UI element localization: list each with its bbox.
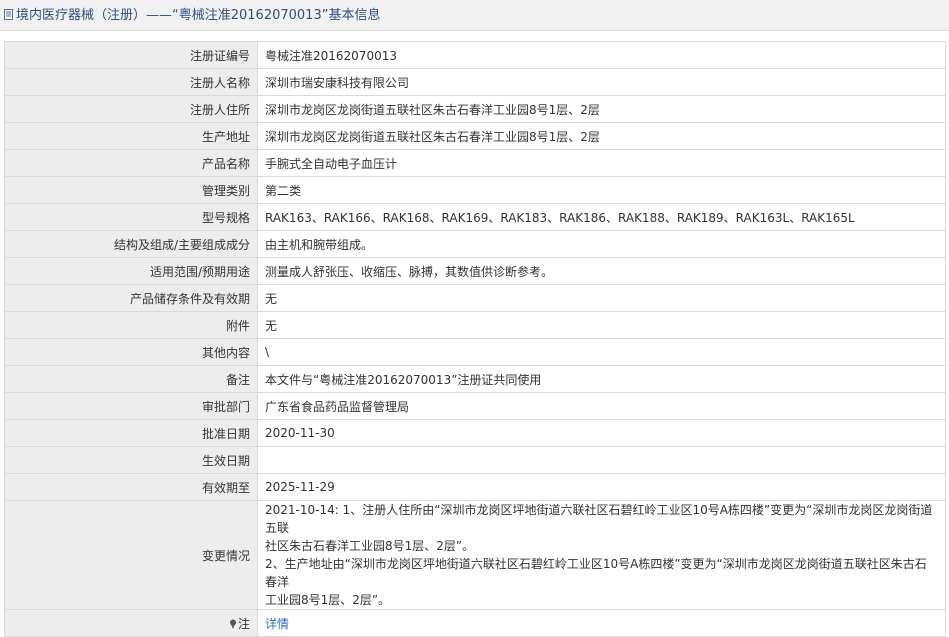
table-row: 产品储存条件及有效期无 <box>4 284 946 312</box>
changes-value: 2021-10-14: 1、注册人住所由“深圳市龙岗区坪地街道六联社区石碧红岭工… <box>257 500 946 610</box>
row-value: 深圳市瑞安康科技有限公司 <box>257 68 946 96</box>
table-row-note: 注 详情 <box>4 609 946 637</box>
row-label: 产品储存条件及有效期 <box>4 284 258 312</box>
table-row: 结构及组成/主要组成成分 由主机和腕带组成。 <box>4 230 946 258</box>
note-label: 注 <box>237 616 250 631</box>
row-value: 2025-11-29 <box>257 473 946 501</box>
table-row-changes: 变更情况 2021-10-14: 1、注册人住所由“深圳市龙岗区坪地街道六联社区石… <box>4 500 946 610</box>
row-value: 手腕式全自动电子血压计 <box>257 149 946 177</box>
row-value: 广东省食品药品监督管理局 <box>257 392 946 420</box>
row-label: 产品名称 <box>4 149 258 177</box>
table-row: 注册证编号 粤械注准20162070013 <box>4 41 946 69</box>
table-row: 型号规格 RAK163、RAK166、RAK168、RAK169、RAK183、R… <box>4 203 946 231</box>
row-value: 深圳市龙岗区龙岗街道五联社区朱古石春洋工业园8号1层、2层 <box>257 95 946 123</box>
row-label: 备注 <box>4 365 258 393</box>
table-row: 生产地址 深圳市龙岗区龙岗街道五联社区朱古石春洋工业园8号1层、2层 <box>4 122 946 150</box>
note-value: 详情 <box>257 609 946 637</box>
change-line: 2、生产地址由“深圳市龙岗区坪地街道六联社区石碧红岭工业区10号A栋四楼”变更为… <box>265 557 927 589</box>
row-value: RAK163、RAK166、RAK168、RAK169、RAK183、RAK18… <box>257 203 946 231</box>
page-title: 境内医疗器械（注册）——“粤械注准20162070013”基本信息 <box>16 8 381 23</box>
change-line: 2021-10-14: 1、注册人住所由“深圳市龙岗区坪地街道六联社区石碧红岭工… <box>265 503 933 535</box>
change-line: 工业园8号1层、2层”。 <box>265 593 391 607</box>
row-value: 无 <box>257 311 946 339</box>
table-row: 生效日期 <box>4 446 946 474</box>
row-value: 粤械注准20162070013 <box>257 41 946 69</box>
detail-table: 注册证编号 粤械注准20162070013 注册人名称 深圳市瑞安康科技有限公司 注册人… <box>4 41 946 637</box>
row-label: 有效期至 <box>4 473 258 501</box>
row-label: 生产地址 <box>4 122 258 150</box>
table-row: 注册人名称 深圳市瑞安康科技有限公司 <box>4 68 946 96</box>
row-value: 无 <box>257 284 946 312</box>
table-row: 附件无 <box>4 311 946 339</box>
table-row: 备注 本文件与“粤械注准20162070013”注册证共同使用 <box>4 365 946 393</box>
row-label: 型号规格 <box>4 203 258 231</box>
row-value: 第二类 <box>257 176 946 204</box>
table-row: 适用范围/预期用途 测量成人舒张压、收缩压、脉搏，其数值供诊断参考。 <box>4 257 946 285</box>
row-value: 深圳市龙岗区龙岗街道五联社区朱古石春洋工业园8号1层、2层 <box>257 122 946 150</box>
row-value <box>257 446 946 474</box>
table-row: 产品名称 手腕式全自动电子血压计 <box>4 149 946 177</box>
table-row: 管理类别 第二类 <box>4 176 946 204</box>
detail-link[interactable]: 详情 <box>265 617 289 631</box>
row-label: 注册人名称 <box>4 68 258 96</box>
note-label-cell: 注 <box>4 609 258 637</box>
row-label: 注册人住所 <box>4 95 258 123</box>
row-label: 注册证编号 <box>4 41 258 69</box>
document-icon <box>4 9 13 20</box>
row-label: 管理类别 <box>4 176 258 204</box>
row-label: 生效日期 <box>4 446 258 474</box>
row-value: 测量成人舒张压、收缩压、脉搏，其数值供诊断参考。 <box>257 257 946 285</box>
table-row: 其他内容 \ <box>4 338 946 366</box>
change-line: 社区朱古石春洋工业园8号1层、2层”。 <box>265 539 475 553</box>
table-row: 有效期至 2025-11-29 <box>4 473 946 501</box>
row-value: 本文件与“粤械注准20162070013”注册证共同使用 <box>257 365 946 393</box>
table-row: 批准日期 2020-11-30 <box>4 419 946 447</box>
row-label: 审批部门 <box>4 392 258 420</box>
row-label: 批准日期 <box>4 419 258 447</box>
page-header: 境内医疗器械（注册）——“粤械注准20162070013”基本信息 <box>0 0 949 31</box>
row-label: 结构及组成/主要组成成分 <box>4 230 258 258</box>
row-label: 适用范围/预期用途 <box>4 257 258 285</box>
row-label: 其他内容 <box>4 338 258 366</box>
row-value: 由主机和腕带组成。 <box>257 230 946 258</box>
row-label: 变更情况 <box>4 500 258 610</box>
table-row: 审批部门 广东省食品药品监督管理局 <box>4 392 946 420</box>
row-value: \ <box>257 338 946 366</box>
row-label: 附件 <box>4 311 258 339</box>
pin-icon <box>229 619 236 629</box>
row-value: 2020-11-30 <box>257 419 946 447</box>
table-row: 注册人住所 深圳市龙岗区龙岗街道五联社区朱古石春洋工业园8号1层、2层 <box>4 95 946 123</box>
